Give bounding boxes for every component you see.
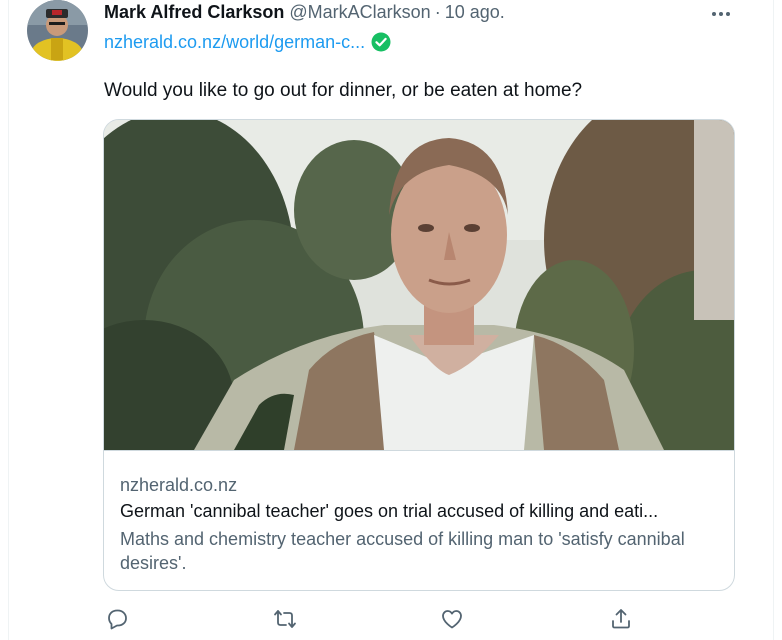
card-domain: nzherald.co.nz [120,475,238,495]
card-image[interactable] [104,120,734,451]
tweet-date[interactable]: 10 ago. [445,2,505,23]
more-options-icon[interactable] [706,4,736,24]
retweet-icon[interactable] [270,604,300,634]
more-dot [719,12,723,16]
avatar-image [27,0,88,61]
separator-dot: · [434,2,441,22]
card-photo [104,120,734,450]
tweet-actions [102,604,642,634]
heart-icon [442,610,462,629]
more-dot [712,12,716,16]
like-icon[interactable] [437,604,467,634]
tweet-link[interactable]: nzherald.co.nz/world/german-c... [104,32,365,53]
share-icon-glyph [612,609,630,629]
retweet-icon-glyph [274,610,296,628]
tweet-link-line: nzherald.co.nz/world/german-c... [104,29,391,55]
more-dot [726,12,730,16]
reply-icon[interactable] [102,604,132,634]
share-icon[interactable] [606,604,636,634]
reply-icon-glyph [108,609,127,630]
card-description: Maths and chemistry teacher accused of k… [120,529,685,573]
link-card[interactable]: nzherald.co.nz German 'cannibal teacher'… [103,119,735,591]
avatar[interactable] [27,0,88,61]
tweet-header: Mark Alfred Clarkson @MarkAClarkson · 10… [104,2,505,26]
card-title[interactable]: German 'cannibal teacher' goes on trial … [120,501,720,522]
check-circle-icon [371,32,391,52]
author-display-name[interactable]: Mark Alfred Clarkson [104,2,284,23]
tweet-text: Would you like to go out for dinner, or … [104,80,583,101]
author-handle[interactable]: @MarkAClarkson [289,2,430,23]
